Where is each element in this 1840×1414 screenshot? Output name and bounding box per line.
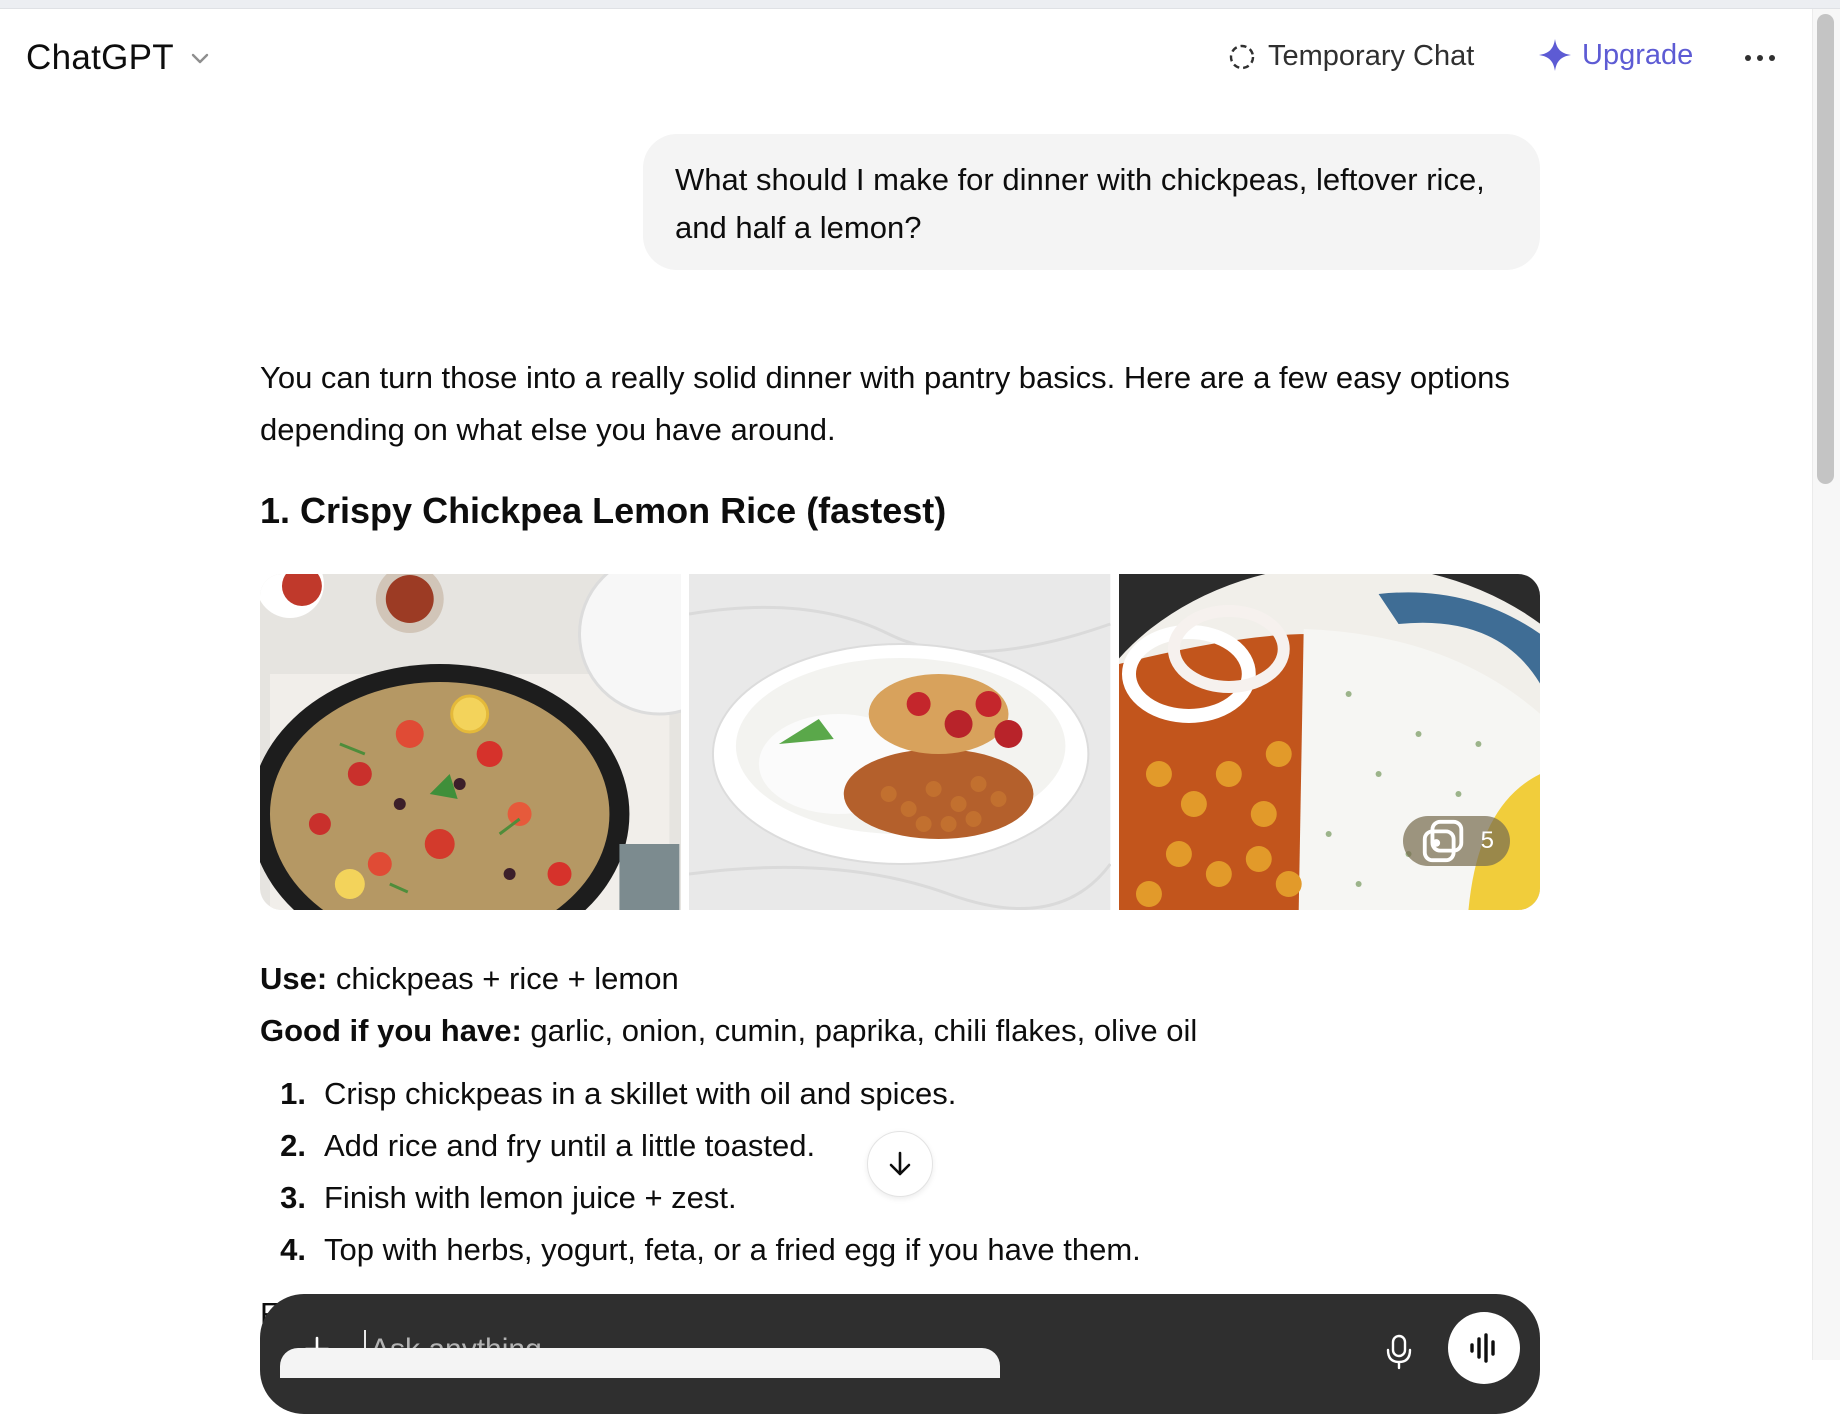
step-number: 4. (280, 1232, 306, 1267)
more-dot (1769, 55, 1775, 61)
temporary-chat-label: Temporary Chat (1268, 40, 1475, 72)
good-label: Good if you have: (260, 1013, 522, 1048)
arrow-down-icon (889, 1151, 911, 1176)
list-item: 1. Crisp chickpeas in a skillet with oil … (260, 1068, 1141, 1120)
scroll-to-bottom-button[interactable] (867, 1131, 933, 1197)
more-options-button[interactable] (1740, 46, 1780, 70)
microphone-icon[interactable] (1384, 1334, 1414, 1370)
list-item: 3. Finish with lemon juice + zest. (260, 1172, 1141, 1224)
use-label: Use: (260, 961, 328, 996)
assistant-message: You can turn those into a really solid d… (260, 352, 1540, 456)
upgrade-button[interactable]: Upgrade (1538, 38, 1693, 72)
suggestion-pill[interactable] (280, 1348, 1000, 1378)
image-count-badge[interactable]: 5 (1402, 816, 1510, 866)
image-gallery: 5 (260, 574, 1540, 910)
step-number: 2. (280, 1128, 306, 1163)
voice-waveform-icon (1470, 1333, 1495, 1363)
step-number: 1. (280, 1076, 306, 1111)
chickpea-curry-image[interactable]: 5 (1118, 574, 1540, 910)
use-line: Use: chickpeas + rice + lemon (260, 958, 679, 1000)
step-text: Add rice and fry until a little toasted. (324, 1128, 816, 1163)
gallery-icon (1422, 819, 1463, 863)
step-number: 3. (280, 1180, 306, 1215)
chickpea-bowl-image[interactable] (689, 574, 1111, 910)
step-text: Top with herbs, yogurt, feta, or a fried… (324, 1232, 1141, 1267)
image-count: 5 (1480, 827, 1494, 854)
assistant-intro: You can turn those into a really solid d… (260, 360, 1510, 447)
list-item: 2. Add rice and fry until a little toaste… (260, 1120, 1141, 1172)
upgrade-label: Upgrade (1582, 38, 1694, 71)
user-message-bubble: What should I make for dinner with chick… (643, 134, 1540, 270)
good-text: garlic, onion, cumin, paprika, chili fla… (530, 1013, 1198, 1048)
user-message-text: What should I make for dinner with chick… (675, 162, 1485, 245)
good-if-line: Good if you have: garlic, onion, cumin, … (260, 1010, 1197, 1052)
voice-mode-button[interactable] (1448, 1312, 1520, 1384)
model-selector[interactable]: ChatGPT (26, 38, 212, 78)
more-dot (1745, 55, 1751, 61)
skillet-rice-image[interactable] (260, 574, 682, 910)
use-text: chickpeas + rice + lemon (335, 961, 679, 996)
temporary-chat-icon (1229, 44, 1255, 69)
chevron-down-icon (191, 53, 209, 64)
step-text: Finish with lemon juice + zest. (324, 1180, 737, 1215)
list-item: 4. Top with herbs, yogurt, feta, or a fri… (260, 1224, 1141, 1276)
recipe-heading: 1. Crispy Chickpea Lemon Rice (fastest) (260, 490, 947, 531)
window-top-border (0, 0, 1840, 9)
more-dot (1757, 55, 1763, 61)
scrollbar-thumb[interactable] (1817, 14, 1834, 484)
step-text: Crisp chickpeas in a skillet with oil an… (324, 1076, 957, 1111)
app-title: ChatGPT (26, 38, 174, 77)
temporary-chat-button[interactable]: Temporary Chat (1228, 40, 1474, 73)
sparkle-icon (1539, 39, 1571, 71)
steps-list: 1. Crisp chickpeas in a skillet with oil … (260, 1068, 1141, 1276)
